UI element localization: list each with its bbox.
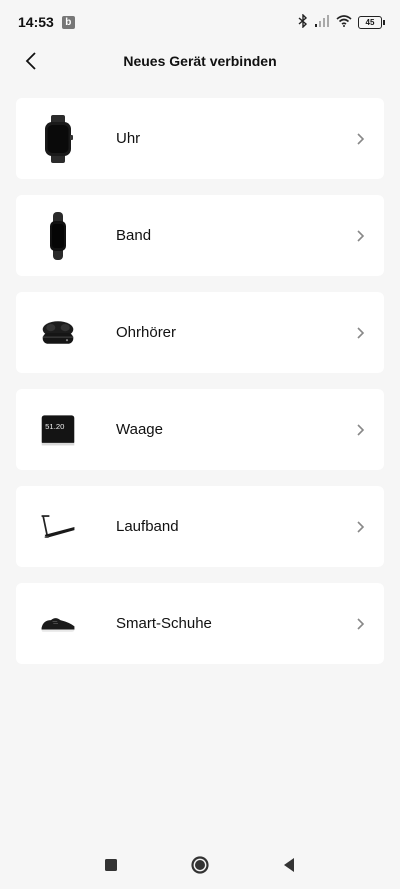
scale-icon: 51.20 bbox=[40, 406, 76, 454]
device-card-band[interactable]: Band bbox=[16, 195, 384, 276]
device-label: Uhr bbox=[116, 130, 141, 147]
scale-display-readout: 51.20 bbox=[45, 422, 64, 431]
chevron-right-icon bbox=[354, 520, 368, 534]
chevron-right-icon bbox=[354, 132, 368, 146]
notification-badge-icon: b bbox=[61, 15, 75, 29]
triangle-back-icon bbox=[284, 858, 294, 872]
treadmill-icon bbox=[40, 503, 76, 551]
square-icon bbox=[105, 859, 117, 871]
status-left: 14:53 b bbox=[18, 14, 75, 30]
bluetooth-icon bbox=[298, 12, 308, 31]
back-nav-button[interactable] bbox=[282, 857, 296, 873]
page-title: Neues Gerät verbinden bbox=[123, 53, 277, 69]
device-label: Ohrhörer bbox=[116, 324, 177, 341]
watch-icon bbox=[40, 114, 76, 163]
band-icon bbox=[40, 211, 76, 260]
header: Neues Gerät verbinden bbox=[0, 44, 400, 78]
device-label: Smart-Schuhe bbox=[116, 615, 212, 632]
chevron-right-icon bbox=[354, 326, 368, 340]
chevron-right-icon bbox=[354, 229, 368, 243]
device-label: Waage bbox=[116, 421, 163, 438]
back-button[interactable] bbox=[18, 48, 44, 74]
device-label: Laufband bbox=[116, 518, 179, 535]
chevron-right-icon bbox=[354, 423, 368, 437]
device-card-earbuds[interactable]: Ohrhörer bbox=[16, 292, 384, 373]
chevron-right-icon bbox=[354, 617, 368, 631]
earbuds-icon bbox=[40, 309, 76, 357]
status-right: 45 bbox=[298, 12, 385, 31]
device-card-scale[interactable]: 51.20 Waage bbox=[16, 389, 384, 470]
device-list: Uhr Band Ohrhörer 51.20 Waage Laufband S… bbox=[0, 98, 400, 664]
circle-icon bbox=[191, 856, 209, 874]
device-card-treadmill[interactable]: Laufband bbox=[16, 486, 384, 567]
shoe-icon bbox=[40, 600, 76, 648]
wifi-icon bbox=[336, 14, 352, 30]
device-card-shoes[interactable]: Smart-Schuhe bbox=[16, 583, 384, 664]
battery-icon: 45 bbox=[358, 15, 385, 29]
device-card-watch[interactable]: Uhr bbox=[16, 98, 384, 179]
back-arrow-icon bbox=[25, 52, 36, 70]
status-time: 14:53 bbox=[18, 14, 54, 30]
status-bar: 14:53 b 45 bbox=[0, 0, 400, 44]
recent-apps-button[interactable] bbox=[104, 858, 118, 872]
system-navigation-bar bbox=[0, 841, 400, 889]
device-label: Band bbox=[116, 227, 152, 244]
signal-icon bbox=[314, 14, 330, 30]
home-button[interactable] bbox=[190, 855, 210, 875]
